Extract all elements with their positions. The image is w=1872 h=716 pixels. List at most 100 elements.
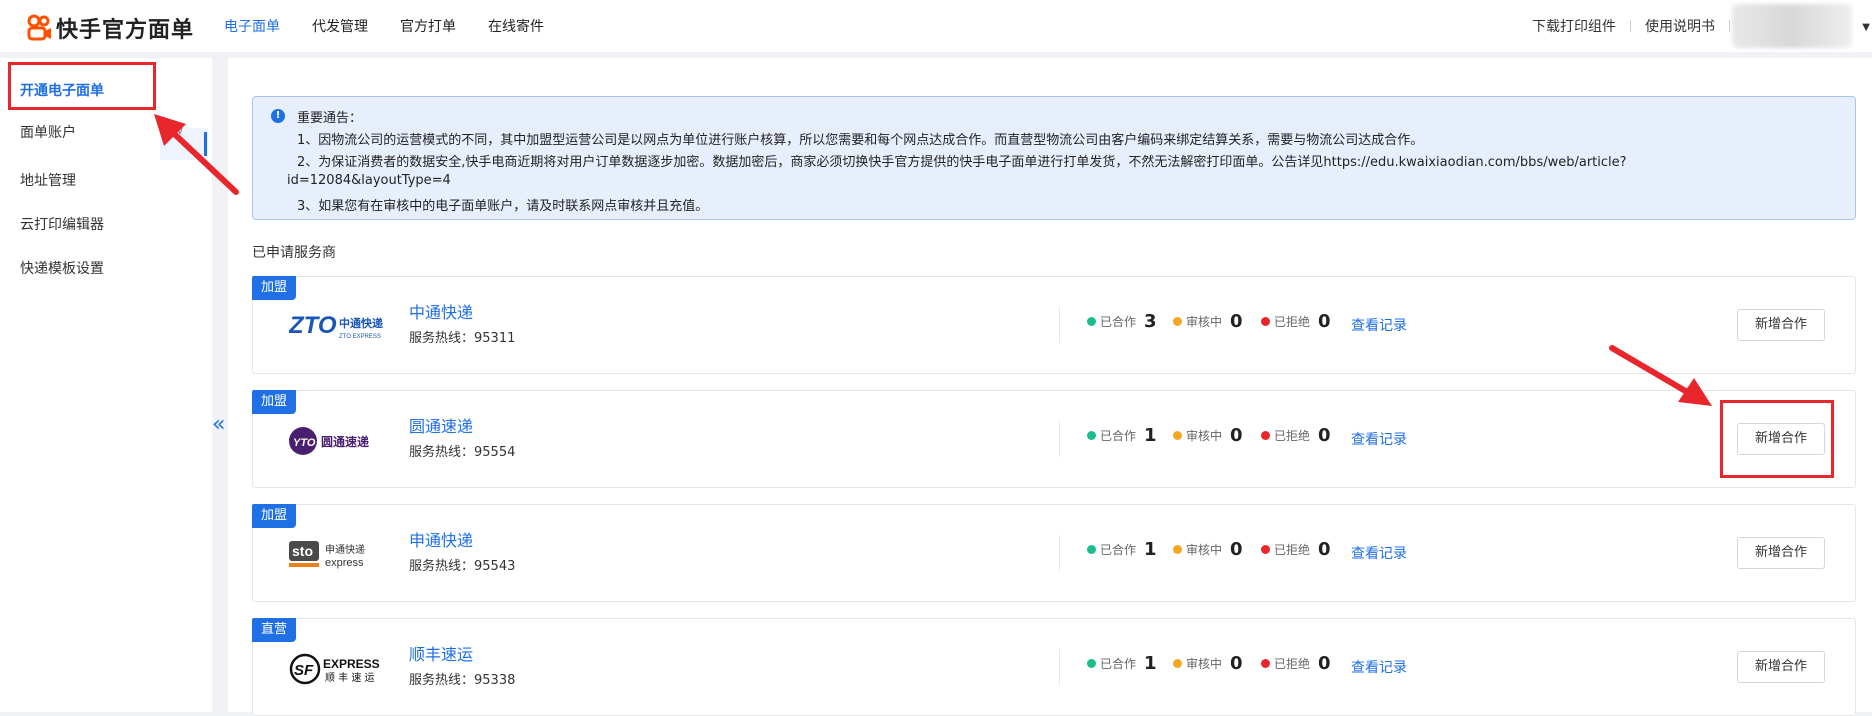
divider xyxy=(1729,20,1730,32)
annotation-arrow-icon xyxy=(154,114,239,195)
stat-label: 审核中 xyxy=(1186,543,1223,557)
view-records-link[interactable]: 查看记录 xyxy=(1351,543,1407,563)
provider-card-sf: 直营 SF EXPRESS 顺 丰 速 运 顺丰速运 服务热线：95338 已合… xyxy=(252,618,1856,716)
green-dot-icon xyxy=(1087,431,1096,440)
sf-logo-label: EXPRESS xyxy=(323,657,380,671)
stat-label: 审核中 xyxy=(1186,657,1223,671)
sf-logo: SF EXPRESS 顺 丰 速 运 xyxy=(289,647,389,691)
stat-value: 0 xyxy=(1230,425,1243,446)
sto-logo-label: 申通快递 xyxy=(325,543,365,556)
app-logo[interactable]: 快手官方面单 xyxy=(26,12,194,44)
red-dot-icon xyxy=(1261,659,1270,668)
add-cooperation-button[interactable]: 新增合作 xyxy=(1737,651,1825,683)
svg-text:顺 丰 速 运: 顺 丰 速 运 xyxy=(325,671,375,684)
stat-value: 0 xyxy=(1230,539,1243,560)
top-bar: 快手官方面单 电子面单 代发管理 官方打单 在线寄件 下载打印组件 使用说明书 … xyxy=(0,0,1872,52)
stat-rejected: 已拒绝 0 xyxy=(1261,653,1331,674)
stat-reviewing: 审核中 0 xyxy=(1173,653,1243,674)
nav-online-shipping[interactable]: 在线寄件 xyxy=(488,16,544,36)
view-records-link[interactable]: 查看记录 xyxy=(1351,657,1407,677)
stat-value: 3 xyxy=(1144,311,1157,332)
orange-dot-icon xyxy=(1173,659,1182,668)
notice-line: 3、如果您有在审核中的电子面单账户，请及时联系网点审核并且充值。 xyxy=(297,199,709,214)
sf-logo-mark: SF xyxy=(294,662,314,679)
stat-label: 审核中 xyxy=(1186,315,1223,329)
stat-value: 1 xyxy=(1144,653,1157,674)
divider xyxy=(1059,649,1060,685)
nav-official-print[interactable]: 官方打单 xyxy=(400,16,456,36)
red-dot-icon xyxy=(1261,317,1270,326)
orange-dot-icon xyxy=(1173,431,1182,440)
divider xyxy=(1059,421,1060,457)
zto-logo-label: 中通快递 xyxy=(339,316,383,330)
stat-value: 0 xyxy=(1230,311,1243,332)
stat-label: 已拒绝 xyxy=(1274,429,1311,443)
stat-cooperating: 已合作 1 xyxy=(1087,539,1157,560)
sidebar-item-cloud-print-editor[interactable]: 云打印编辑器 xyxy=(20,214,104,234)
provider-name-link[interactable]: 顺丰速运 xyxy=(409,641,473,665)
provider-hotline: 服务热线：95311 xyxy=(409,331,516,346)
red-dot-icon xyxy=(1261,545,1270,554)
red-dot-icon xyxy=(1261,431,1270,440)
stat-reviewing: 审核中 0 xyxy=(1173,425,1243,446)
add-cooperation-button[interactable]: 新增合作 xyxy=(1737,309,1825,341)
nav-e-waybill[interactable]: 电子面单 xyxy=(224,16,280,36)
notice-line: 2、为保证消费者的数据安全,快手电商近期将对用户订单数据逐步加密。数据加密后，商… xyxy=(297,155,1627,170)
important-notice: ! 重要通告： 1、因物流公司的运营模式的不同，其中加盟型运营公司是以网点为单位… xyxy=(252,96,1856,220)
provider-name-link[interactable]: 圆通速递 xyxy=(409,413,473,437)
stat-reviewing: 审核中 0 xyxy=(1173,311,1243,332)
view-records-link[interactable]: 查看记录 xyxy=(1351,315,1407,335)
sidebar-item-waybill-account[interactable]: 面单账户 xyxy=(20,122,76,142)
sto-logo-mark: sto xyxy=(292,543,313,559)
view-records-link[interactable]: 查看记录 xyxy=(1351,429,1407,449)
provider-hotline: 服务热线：95554 xyxy=(409,445,516,460)
collapse-sidebar-icon[interactable]: « xyxy=(212,412,225,437)
stat-label: 已合作 xyxy=(1100,543,1137,557)
chevron-down-icon[interactable]: ▼ xyxy=(1862,22,1870,33)
section-title: 已申请服务商 xyxy=(252,245,336,261)
zto-logo-icon: ZTO 中通快递 ZTO EXPRESS xyxy=(288,312,383,340)
top-nav: 电子面单 代发管理 官方打单 在线寄件 xyxy=(224,0,544,52)
stat-value: 0 xyxy=(1230,653,1243,674)
notice-title: 重要通告： xyxy=(297,111,363,126)
provider-name-link[interactable]: 中通快递 xyxy=(409,299,473,323)
download-print-component-link[interactable]: 下载打印组件 xyxy=(1532,16,1616,36)
user-account-blurred[interactable] xyxy=(1732,4,1852,48)
stat-value: 1 xyxy=(1144,425,1157,446)
sidebar-item-address-management[interactable]: 地址管理 xyxy=(20,170,76,190)
svg-text:ZTO EXPRESS: ZTO EXPRESS xyxy=(339,334,381,340)
green-dot-icon xyxy=(1087,659,1096,668)
provider-name-link[interactable]: 申通快递 xyxy=(409,527,473,551)
green-dot-icon xyxy=(1087,317,1096,326)
notice-line: 1、因物流公司的运营模式的不同，其中加盟型运营公司是以网点为单位进行账户核算，所… xyxy=(297,133,1424,148)
provider-type-badge: 直营 xyxy=(252,618,296,642)
stat-value: 0 xyxy=(1318,425,1331,446)
stat-label: 已拒绝 xyxy=(1274,315,1311,329)
nav-dropship-management[interactable]: 代发管理 xyxy=(312,16,368,36)
stat-label: 审核中 xyxy=(1186,429,1223,443)
yto-logo-mark: YTO xyxy=(293,437,316,449)
stat-label: 已拒绝 xyxy=(1274,657,1311,671)
stat-label: 已合作 xyxy=(1100,429,1137,443)
divider xyxy=(1630,20,1631,32)
stat-label: 已拒绝 xyxy=(1274,543,1311,557)
green-dot-icon xyxy=(1087,545,1096,554)
user-manual-link[interactable]: 使用说明书 xyxy=(1645,16,1715,36)
divider xyxy=(1059,535,1060,571)
stat-rejected: 已拒绝 0 xyxy=(1261,425,1331,446)
stat-label: 已合作 xyxy=(1100,315,1137,329)
stat-rejected: 已拒绝 0 xyxy=(1261,311,1331,332)
provider-type-badge: 加盟 xyxy=(252,504,296,528)
provider-type-badge: 加盟 xyxy=(252,390,296,414)
stat-value: 1 xyxy=(1144,539,1157,560)
sto-logo: sto 申通快递 express xyxy=(289,533,389,577)
stat-value: 0 xyxy=(1318,539,1331,560)
sf-logo-icon: SF EXPRESS 顺 丰 速 运 xyxy=(289,653,380,685)
info-icon: ! xyxy=(271,109,285,123)
provider-type-badge: 加盟 xyxy=(252,276,296,300)
sidebar-item-express-template-settings[interactable]: 快递模板设置 xyxy=(20,258,104,278)
stat-value: 0 xyxy=(1318,653,1331,674)
stat-cooperating: 已合作 1 xyxy=(1087,425,1157,446)
add-cooperation-button[interactable]: 新增合作 xyxy=(1737,537,1825,569)
yto-logo: YTO 圆通速递 xyxy=(289,419,389,463)
